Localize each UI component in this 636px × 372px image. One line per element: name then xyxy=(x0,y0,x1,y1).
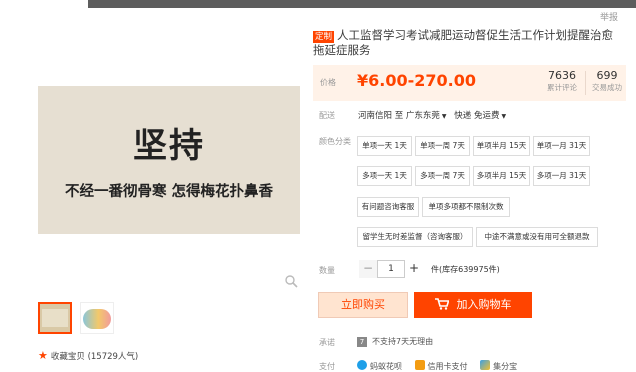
payment-credit-card[interactable]: 信用卡支付 xyxy=(414,360,468,371)
payment-huabei[interactable]: 蚂蚁花呗 xyxy=(357,360,402,371)
sales-count-label: 交易成功 xyxy=(592,83,622,92)
option-button[interactable]: 单项一月 31天 xyxy=(533,136,590,156)
ship-method-select[interactable]: 快递 免运费 ▼ xyxy=(454,111,511,121)
ship-to-select[interactable]: 广东东莞 ▼ xyxy=(406,111,452,121)
huabei-label: 蚂蚁花呗 xyxy=(370,362,402,371)
promise-info: 7 不支持7天无理由 xyxy=(357,336,433,347)
review-count-label: 累计评论 xyxy=(547,83,577,92)
report-link[interactable]: 举报 xyxy=(600,10,618,23)
price-value: ¥6.00-270.00 xyxy=(357,71,476,90)
ship-method-label: 快递 免运费 xyxy=(454,111,500,121)
star-icon: ★ xyxy=(38,349,48,362)
product-title-text: 人工监督学习考试减肥运动督促生活工作计划提醒治愈拖延症服务 xyxy=(313,28,614,57)
quantity-minus-button[interactable]: − xyxy=(359,260,377,278)
jifenbao-icon xyxy=(480,360,491,370)
quantity-input[interactable]: 1 xyxy=(377,260,405,278)
seven-day-icon: 7 xyxy=(357,337,367,347)
quantity-label: 数量 xyxy=(319,266,335,275)
option-button[interactable]: 多项一月 31天 xyxy=(533,166,590,186)
promise-label: 承诺 xyxy=(319,338,335,347)
sales-count-value: 699 xyxy=(596,69,618,82)
price-panel: 价格 ¥6.00-270.00 7636 累计评论 699 交易成功 xyxy=(313,65,626,101)
zoom-icon[interactable] xyxy=(284,274,298,288)
stat-divider xyxy=(585,71,586,95)
favorite-button[interactable]: ★ 收藏宝贝 (15729人气) xyxy=(38,349,138,362)
buy-now-button[interactable]: 立即购买 xyxy=(318,292,408,318)
credit-card-icon xyxy=(414,360,425,370)
huabei-icon xyxy=(357,360,367,370)
option-button[interactable]: 有问题咨询客服 xyxy=(357,197,419,217)
chevron-down-icon: ▼ xyxy=(441,113,447,120)
option-button[interactable]: 多项半月 15天 xyxy=(473,166,530,186)
payment-methods: 蚂蚁花呗 信用卡支付 集分宝 xyxy=(357,360,527,372)
custom-tag: 定制 xyxy=(313,31,335,43)
price-label: 价格 xyxy=(320,78,336,87)
stock-info: 件(库存639975件) xyxy=(431,265,500,274)
jifenbao-label: 集分宝 xyxy=(493,362,518,371)
chevron-down-icon: ▼ xyxy=(501,113,507,120)
cart-icon xyxy=(434,298,449,310)
image-big-text: 坚持 xyxy=(133,126,205,166)
thumbnail-1[interactable] xyxy=(38,302,72,334)
top-bar xyxy=(88,0,636,8)
sales-count: 699 交易成功 xyxy=(589,69,625,93)
quantity-plus-button[interactable]: + xyxy=(405,260,423,278)
product-title: 定制 人工监督学习考试减肥运动督促生活工作计划提醒治愈拖延症服务 xyxy=(313,28,619,58)
credit-card-label: 信用卡支付 xyxy=(427,362,468,371)
option-button[interactable]: 单项一天 1天 xyxy=(357,136,412,156)
option-button[interactable]: 中途不满意或没有用可全额退款 xyxy=(476,227,598,247)
options-label: 颜色分类 xyxy=(319,137,351,146)
promise-text: 不支持7天无理由 xyxy=(372,337,434,346)
payment-label: 支付 xyxy=(319,362,335,371)
ship-to-label: 广东东莞 xyxy=(405,111,440,121)
image-small-text: 不经一番彻骨寒 怎得梅花扑鼻香 xyxy=(64,183,274,200)
option-button[interactable]: 单项一周 7天 xyxy=(415,136,470,156)
add-to-cart-button[interactable]: 加入购物车 xyxy=(414,292,532,318)
add-to-cart-label: 加入购物车 xyxy=(456,298,512,311)
shipping-label: 配送 xyxy=(319,111,335,120)
review-count[interactable]: 7636 累计评论 xyxy=(543,69,581,93)
favorite-label: 收藏宝贝 (15729人气) xyxy=(50,352,139,362)
thumbnail-2[interactable] xyxy=(80,302,114,334)
option-button[interactable]: 留学生无时差监督（咨询客服） xyxy=(357,227,473,247)
ship-from: 河南信阳 至 xyxy=(358,111,404,121)
option-button[interactable]: 单项半月 15天 xyxy=(473,136,530,156)
option-button[interactable]: 多项一周 7天 xyxy=(415,166,470,186)
shipping-info: 河南信阳 至 广东东莞 ▼ 快递 免运费 ▼ xyxy=(358,109,511,121)
payment-jifenbao[interactable]: 集分宝 xyxy=(480,360,518,371)
option-button[interactable]: 多项一天 1天 xyxy=(357,166,412,186)
option-button[interactable]: 单项多项都不限制次数 xyxy=(422,197,510,217)
product-main-image[interactable]: 坚持 不经一番彻骨寒 怎得梅花扑鼻香 xyxy=(38,86,300,234)
review-count-value: 7636 xyxy=(548,69,576,82)
